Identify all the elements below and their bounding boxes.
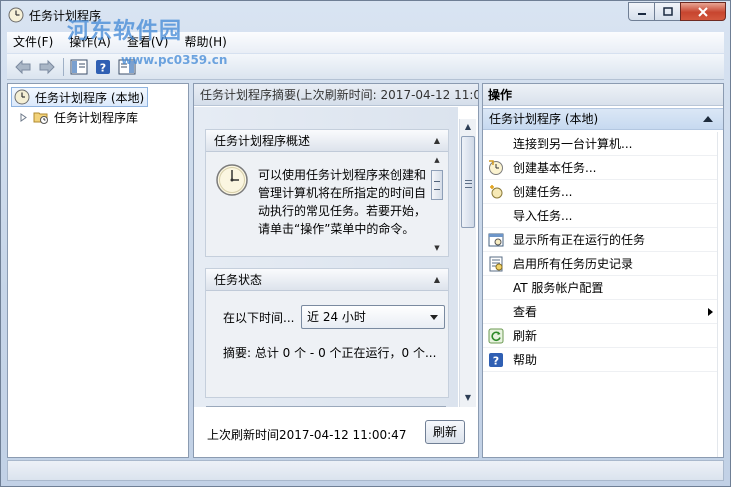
action-label: 连接到另一台计算机...	[513, 137, 633, 151]
menu-file[interactable]: 文件(F)	[7, 32, 61, 53]
back-arrow-icon	[15, 59, 31, 74]
scroll-grip	[465, 180, 472, 188]
actions-pane-divider	[717, 132, 718, 457]
dropdown-arrow-icon	[430, 315, 438, 320]
clock-icon	[14, 89, 30, 105]
maximize-button[interactable]	[654, 2, 681, 21]
action-label: 查看	[513, 305, 538, 319]
scroll-up-arrow-icon[interactable]: ▲	[430, 154, 444, 166]
overview-description: 可以使用任务计划程序来创建和管理计算机将在所指定的时间自动执行的常见任务。若要开…	[258, 168, 427, 236]
menu-help[interactable]: 帮助(H)	[176, 32, 234, 53]
tree-item-label: 任务计划程序 (本地)	[35, 90, 145, 105]
scroll-up-arrow-icon[interactable]: ▲	[460, 120, 476, 134]
window-controls	[628, 2, 726, 21]
action-create-task[interactable]: 创建任务...	[483, 180, 717, 204]
close-icon	[698, 6, 708, 17]
status-bar	[7, 460, 724, 481]
scroll-down-arrow-icon[interactable]: ▼	[460, 391, 476, 405]
action-label: AT 服务帐户配置	[513, 281, 604, 295]
scroll-thumb[interactable]	[431, 170, 443, 200]
task-status-summary: 摘要: 总计 0 个 - 0 个正在运行，0 个...	[223, 346, 437, 360]
summary-pane: 任务计划程序摘要(上次刷新时间: 2017-04-12 11:00 任务计划程序…	[193, 83, 479, 458]
actions-group-header[interactable]: 任务计划程序 (本地)	[483, 108, 723, 130]
action-label: 创建任务...	[513, 185, 573, 199]
task-scheduler-clock-icon	[8, 7, 24, 23]
tree-item-task-library[interactable]: 任务计划程序库	[19, 107, 138, 127]
task-status-section: 任务状态 ▲ 在以下时间... 近 24 小时 摘要: 总计 0 个 - 0 个…	[205, 268, 449, 398]
task-scheduler-window: 任务计划程序 文件(F) 操作(A) 查看(V) 帮助(H) ? 任务计划程序 …	[0, 0, 731, 487]
submenu-arrow-icon	[708, 308, 713, 316]
toolbar-separator	[63, 57, 64, 76]
time-range-label: 在以下时间...	[223, 311, 295, 325]
create-basic-task-icon	[489, 160, 503, 175]
action-view-submenu[interactable]: 查看	[483, 300, 717, 324]
action-at-service-account[interactable]: AT 服务帐户配置	[483, 276, 717, 300]
minimize-button[interactable]	[628, 2, 655, 21]
action-label: 显示所有正在运行的任务	[513, 233, 646, 247]
running-tasks-icon	[488, 233, 504, 247]
show-hide-tree-icon	[70, 59, 88, 74]
overview-section-header[interactable]: 任务计划程序概述 ▲	[206, 130, 448, 152]
console-tree-pane: 任务计划程序 (本地) 任务计划程序库	[7, 83, 189, 458]
action-label: 导入任务...	[513, 209, 573, 223]
time-range-selected: 近 24 小时	[307, 310, 366, 324]
scroll-down-arrow-icon[interactable]: ▼	[430, 242, 444, 254]
action-display-running-tasks[interactable]: 显示所有正在运行的任务	[483, 228, 717, 252]
back-button[interactable]	[13, 57, 33, 77]
task-status-section-header[interactable]: 任务状态 ▲	[206, 269, 448, 291]
overview-section: 任务计划程序概述 ▲ 可以使用任务计划程序来创建和管理计算机将在所指定的时间自动…	[205, 129, 449, 257]
help-icon: ?	[96, 59, 110, 74]
actions-pane: 操作 任务计划程序 (本地) 连接到另一台计算机... 创建基本任务... 创建…	[482, 83, 724, 458]
action-import-task[interactable]: 导入任务...	[483, 204, 717, 228]
close-button[interactable]	[680, 2, 726, 21]
help-button[interactable]: ?	[93, 57, 113, 77]
folder-clock-icon	[33, 112, 48, 124]
clock-icon	[216, 164, 248, 196]
time-range-select[interactable]: 近 24 小时	[301, 305, 445, 329]
summary-header: 任务计划程序摘要(上次刷新时间: 2017-04-12 11:00	[194, 84, 478, 106]
action-connect-computer[interactable]: 连接到另一台计算机...	[483, 132, 717, 156]
collapse-up-icon[interactable]: ▲	[434, 269, 440, 291]
action-help[interactable]: ? 帮助	[483, 348, 717, 372]
scroll-thumb[interactable]	[461, 136, 475, 228]
actions-group-label: 任务计划程序 (本地)	[489, 112, 599, 126]
section-divider	[206, 406, 446, 407]
tree-item-task-scheduler-local[interactable]: 任务计划程序 (本地)	[11, 87, 149, 107]
actions-header: 操作	[483, 84, 723, 106]
toolbar: ?	[7, 54, 724, 80]
overview-title: 任务计划程序概述	[214, 134, 311, 148]
create-task-icon	[490, 185, 503, 199]
action-label: 刷新	[513, 329, 538, 343]
last-refresh-time: 上次刷新时间2017-04-12 11:00:47	[207, 428, 407, 442]
show-hide-tree-button[interactable]	[69, 57, 89, 77]
collapse-up-icon[interactable]	[703, 116, 713, 122]
forward-arrow-icon	[39, 59, 55, 74]
action-label: 启用所有任务历史记录	[513, 257, 634, 271]
collapse-up-icon[interactable]: ▲	[434, 130, 440, 152]
tree-item-label: 任务计划程序库	[54, 110, 139, 125]
svg-text:?: ?	[493, 355, 499, 368]
watermark-url: www.pc0359.cn	[121, 53, 228, 67]
action-enable-task-history[interactable]: 启用所有任务历史记录	[483, 252, 717, 276]
minimize-icon	[637, 12, 646, 15]
task-status-title: 任务状态	[214, 273, 263, 287]
expand-arrow-icon[interactable]	[19, 112, 28, 122]
task-history-icon	[489, 256, 503, 272]
action-refresh[interactable]: 刷新	[483, 324, 717, 348]
watermark-text: 河东软件园	[67, 18, 183, 44]
action-label: 创建基本任务...	[513, 161, 597, 175]
forward-button[interactable]	[37, 57, 57, 77]
refresh-button[interactable]: 刷新	[425, 420, 465, 444]
refresh-icon	[488, 328, 504, 344]
action-label: 帮助	[513, 353, 538, 367]
maximize-icon	[662, 7, 673, 16]
action-create-basic-task[interactable]: 创建基本任务...	[483, 156, 717, 180]
svg-text:?: ?	[100, 61, 106, 74]
help-icon: ?	[489, 353, 503, 368]
summary-scrollbar[interactable]: ▲ ▼	[459, 119, 476, 407]
overview-scrollbar[interactable]: ▲ ▼	[430, 154, 444, 254]
